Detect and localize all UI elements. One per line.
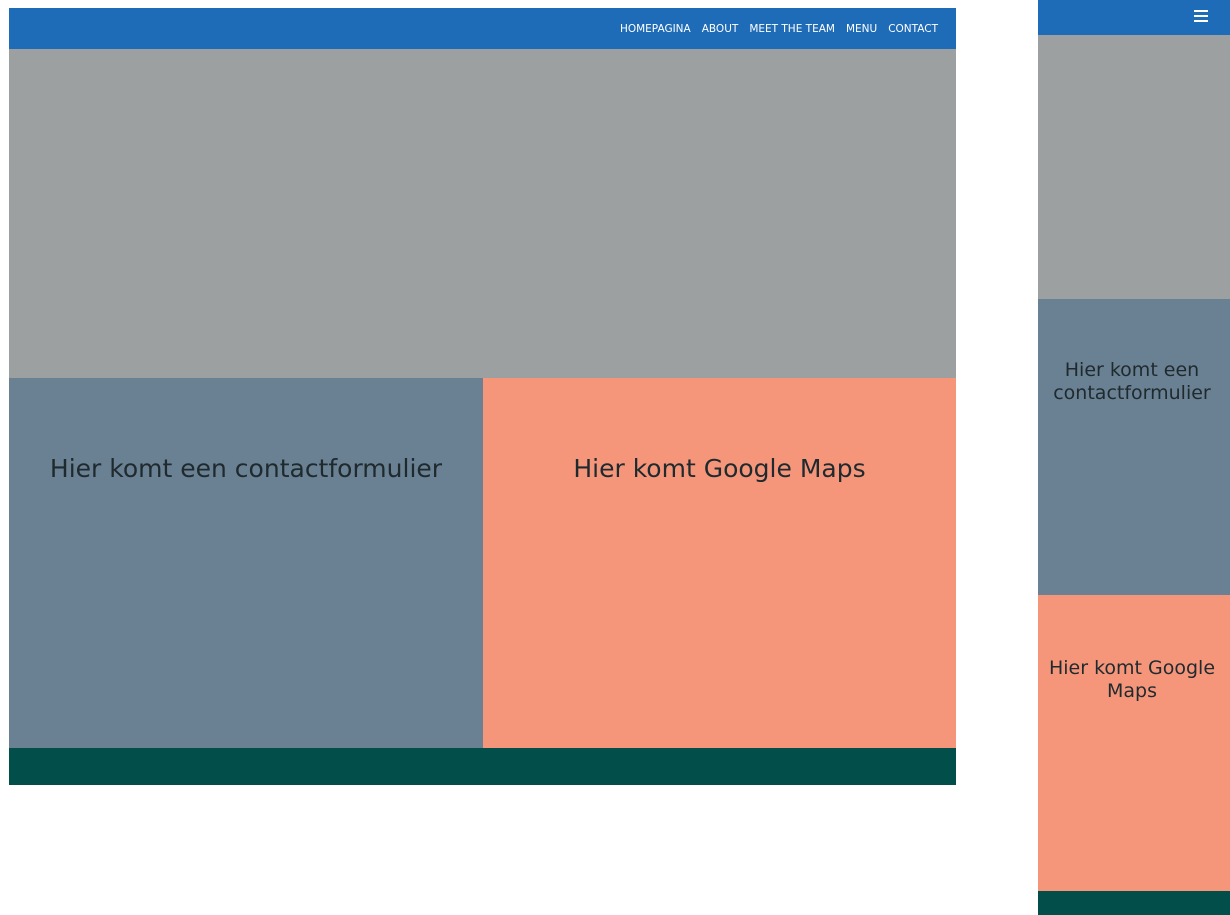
desktop-navbar: HOMEPAGINA ABOUT MEET THE TEAM MENU CONT… [9,8,956,49]
mobile-footer [1038,891,1230,915]
mobile-contact-placeholder-text: Hier komt een contactformulier [1053,359,1211,404]
mobile-layout: Hier komt een contactformulier Hier komt… [1038,0,1230,915]
maps-placeholder-text: Hier komt Google Maps [573,454,866,483]
desktop-contact-panel: Hier komt een contactformulier [9,378,483,748]
mockup-canvas: HOMEPAGINA ABOUT MEET THE TEAM MENU CONT… [0,0,1230,915]
mobile-maps-placeholder-text: Hier komt Google Maps [1048,657,1216,702]
nav-link-menu[interactable]: MENU [846,23,877,35]
nav-link-meet-the-team[interactable]: MEET THE TEAM [749,23,835,35]
mobile-contact-panel: Hier komt een contactformulier [1038,299,1230,595]
mobile-hero-banner [1038,35,1230,299]
desktop-hero-banner [9,49,956,378]
mobile-navbar [1038,0,1230,35]
desktop-maps-panel: Hier komt Google Maps [483,378,956,748]
nav-link-contact[interactable]: CONTACT [888,23,938,35]
contact-placeholder-text: Hier komt een contactformulier [49,454,443,483]
mobile-maps-panel: Hier komt Google Maps [1038,595,1230,891]
hamburger-menu-icon[interactable] [1194,10,1208,22]
nav-link-homepagina[interactable]: HOMEPAGINA [620,23,691,35]
desktop-nav-links: HOMEPAGINA ABOUT MEET THE TEAM MENU CONT… [620,23,956,35]
nav-link-about[interactable]: ABOUT [702,23,739,35]
desktop-layout: HOMEPAGINA ABOUT MEET THE TEAM MENU CONT… [9,8,956,785]
desktop-footer [9,748,956,785]
